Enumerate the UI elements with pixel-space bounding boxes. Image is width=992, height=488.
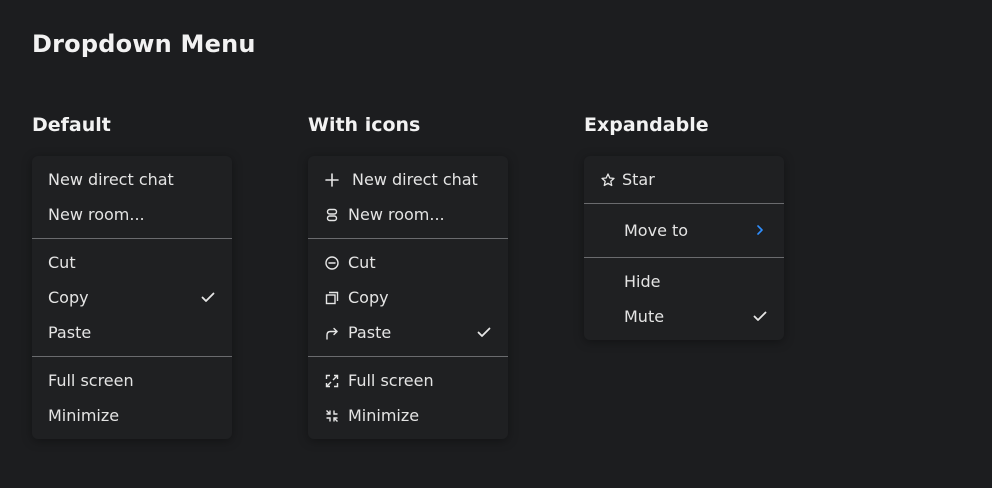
menu-item-paste[interactable]: Paste bbox=[32, 315, 232, 350]
menu-item-full-screen[interactable]: Full screen bbox=[308, 363, 508, 398]
menu-item-new-direct-chat[interactable]: New direct chat bbox=[32, 162, 232, 197]
chevron-right-icon bbox=[754, 222, 766, 238]
minus-circle-icon bbox=[324, 255, 340, 271]
menu-separator bbox=[32, 238, 232, 239]
menu-item-star[interactable]: Star bbox=[584, 162, 784, 197]
dropdown-menu-expandable: Star Move to Hide Mute bbox=[584, 156, 784, 340]
room-icon bbox=[324, 207, 340, 223]
menu-item-hide[interactable]: Hide bbox=[584, 264, 784, 299]
menu-separator bbox=[584, 203, 784, 204]
copy-icon bbox=[324, 290, 340, 306]
menu-item-label: Paste bbox=[348, 323, 392, 342]
menu-item-copy[interactable]: Copy bbox=[32, 280, 232, 315]
menu-item-label: Star bbox=[622, 170, 655, 189]
menu-item-paste[interactable]: Paste bbox=[308, 315, 508, 350]
plus-icon bbox=[324, 172, 340, 188]
menu-item-new-room[interactable]: New room... bbox=[308, 197, 508, 232]
menu-item-label: New direct chat bbox=[352, 170, 478, 189]
page-title: Dropdown Menu bbox=[32, 30, 256, 58]
dropdown-menu-default: New direct chat New room... Cut Copy Pas… bbox=[32, 156, 232, 439]
menu-item-cut[interactable]: Cut bbox=[308, 245, 508, 280]
menu-item-label: Hide bbox=[624, 272, 661, 291]
menu-item-label: Mute bbox=[624, 307, 665, 326]
menu-item-copy[interactable]: Copy bbox=[308, 280, 508, 315]
menu-separator bbox=[308, 238, 508, 239]
menu-item-move-to[interactable]: Move to bbox=[584, 210, 784, 251]
menu-item-label: Minimize bbox=[348, 406, 420, 425]
dropdown-menu-with-icons: New direct chat New room... Cut Copy Pas… bbox=[308, 156, 508, 439]
menu-item-label: Cut bbox=[348, 253, 376, 272]
check-icon bbox=[752, 308, 768, 324]
menu-item-mute[interactable]: Mute bbox=[584, 299, 784, 334]
check-icon bbox=[476, 324, 492, 340]
menu-item-label: Minimize bbox=[48, 406, 120, 425]
expand-icon bbox=[324, 373, 340, 389]
menu-separator bbox=[308, 356, 508, 357]
menu-item-minimize[interactable]: Minimize bbox=[308, 398, 508, 433]
collapse-icon bbox=[324, 408, 340, 424]
menu-item-label: Move to bbox=[624, 221, 689, 240]
menu-separator bbox=[584, 257, 784, 258]
section-title: Default bbox=[32, 114, 111, 136]
menu-item-minimize[interactable]: Minimize bbox=[32, 398, 232, 433]
menu-item-cut[interactable]: Cut bbox=[32, 245, 232, 280]
menu-item-label: New direct chat bbox=[48, 170, 174, 189]
section-expandable: Expandable Star Move to Hide Mute bbox=[584, 112, 784, 340]
menu-item-label: Copy bbox=[48, 288, 89, 307]
menu-item-label: New room... bbox=[48, 205, 145, 224]
star-icon bbox=[600, 172, 616, 188]
menu-item-label: Paste bbox=[48, 323, 92, 342]
section-default: Default New direct chat New room... Cut … bbox=[32, 112, 232, 439]
menu-item-label: Cut bbox=[48, 253, 76, 272]
section-with-icons: With icons New direct chat New room... C… bbox=[308, 112, 508, 439]
menu-item-label: New room... bbox=[348, 205, 445, 224]
section-title: Expandable bbox=[584, 114, 709, 136]
section-title: With icons bbox=[308, 114, 421, 136]
forward-arrow-icon bbox=[324, 325, 340, 341]
menu-item-label: Full screen bbox=[48, 371, 134, 390]
menu-item-new-room[interactable]: New room... bbox=[32, 197, 232, 232]
check-icon bbox=[200, 289, 216, 305]
menu-item-full-screen[interactable]: Full screen bbox=[32, 363, 232, 398]
menu-item-new-direct-chat[interactable]: New direct chat bbox=[308, 162, 508, 197]
menu-separator bbox=[32, 356, 232, 357]
menu-item-label: Copy bbox=[348, 288, 389, 307]
menu-item-label: Full screen bbox=[348, 371, 434, 390]
